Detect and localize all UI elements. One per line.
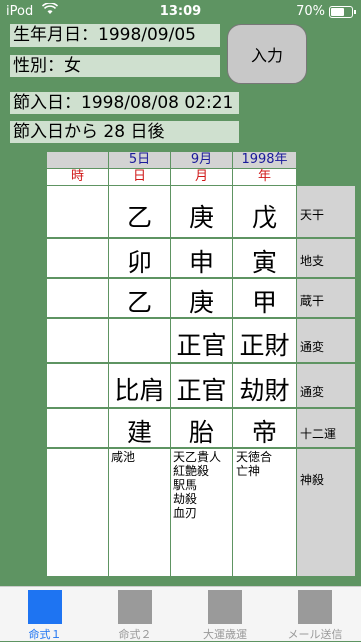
- tenkan-year: 戊: [251, 203, 277, 232]
- tenkan-day: 乙: [126, 203, 152, 232]
- tsuhen2-year: 劫財: [239, 376, 290, 405]
- juuni-day: 建: [126, 418, 152, 447]
- juuni-month: 胎: [188, 418, 214, 447]
- battery-percent: 70%: [296, 4, 325, 19]
- col-day-header: 日: [109, 169, 170, 185]
- shinsatsu-month: 天乙貴人 紅艶殺 駅馬 劫殺 血刃: [173, 450, 222, 520]
- tab-mail-send[interactable]: メール送信: [270, 587, 360, 641]
- tsuhen2-month: 正官: [176, 376, 227, 405]
- status-bar: iPod 13:09 70%: [0, 0, 361, 22]
- tenkan-month: 庚: [188, 203, 214, 232]
- chishi-day: 卯: [126, 248, 152, 277]
- col-month-header: 月: [171, 169, 232, 185]
- day-number-header: 5日: [109, 152, 170, 168]
- month-number-header: 9月: [171, 152, 232, 168]
- input-button[interactable]: 入力: [227, 24, 307, 84]
- row-label-tsuhen2: 通変: [297, 364, 355, 407]
- tsuhen1-year: 正財: [239, 331, 290, 360]
- meishiki1-tab-icon: [28, 590, 62, 624]
- tsuhen2-day: 比肩: [114, 376, 165, 405]
- shinsatsu-day: 咸池: [111, 450, 136, 464]
- setsunyu-date-label: 節入日：1998/08/08 02:21: [10, 92, 239, 114]
- zoukan-month: 庚: [188, 288, 214, 317]
- col-year-header: 年: [233, 169, 296, 185]
- chishi-month: 申: [188, 248, 214, 277]
- days-after-label: 節入日から 28 日後: [10, 121, 239, 143]
- shinsatsu-year: 天徳合 亡神: [236, 450, 273, 478]
- birthdate-field[interactable]: 生年月日：1998/09/05: [10, 24, 220, 47]
- col-hour-header: 時: [47, 169, 108, 185]
- tab-taiun-saiun[interactable]: 大運歳運: [180, 587, 270, 641]
- year-number-header: 1998年: [233, 152, 296, 168]
- row-label-tenkan: 天干: [297, 186, 355, 237]
- zoukan-year: 甲: [251, 288, 277, 317]
- tab-meishiki1[interactable]: 命式１: [0, 587, 90, 641]
- row-label-shinsatsu: 神殺: [297, 449, 355, 576]
- grid-line: [47, 362, 296, 364]
- battery-icon: [329, 6, 356, 18]
- row-label-chishi: 地支: [297, 239, 355, 277]
- row-label-juuni: 十二運: [297, 409, 355, 447]
- meishiki2-tab-icon: [118, 590, 152, 624]
- zoukan-day: 乙: [126, 288, 152, 317]
- hour-number-header: [47, 152, 108, 168]
- tab-bar: 命式１ 命式２ 大運歳運 メール送信: [0, 586, 361, 641]
- taiun-tab-icon: [208, 590, 242, 624]
- row-label-zoukan: 蔵干: [297, 279, 355, 317]
- chishi-year: 寅: [251, 248, 277, 277]
- tsuhen1-month: 正官: [176, 331, 227, 360]
- row-label-tsuhen1: 通変: [297, 319, 355, 362]
- grid-line: [47, 237, 296, 239]
- tab-meishiki2[interactable]: 命式２: [90, 587, 180, 641]
- juuni-year: 帝: [251, 418, 277, 447]
- gender-field[interactable]: 性別：女: [10, 55, 220, 77]
- grid-line: [47, 407, 296, 409]
- mail-tab-icon: [298, 590, 332, 624]
